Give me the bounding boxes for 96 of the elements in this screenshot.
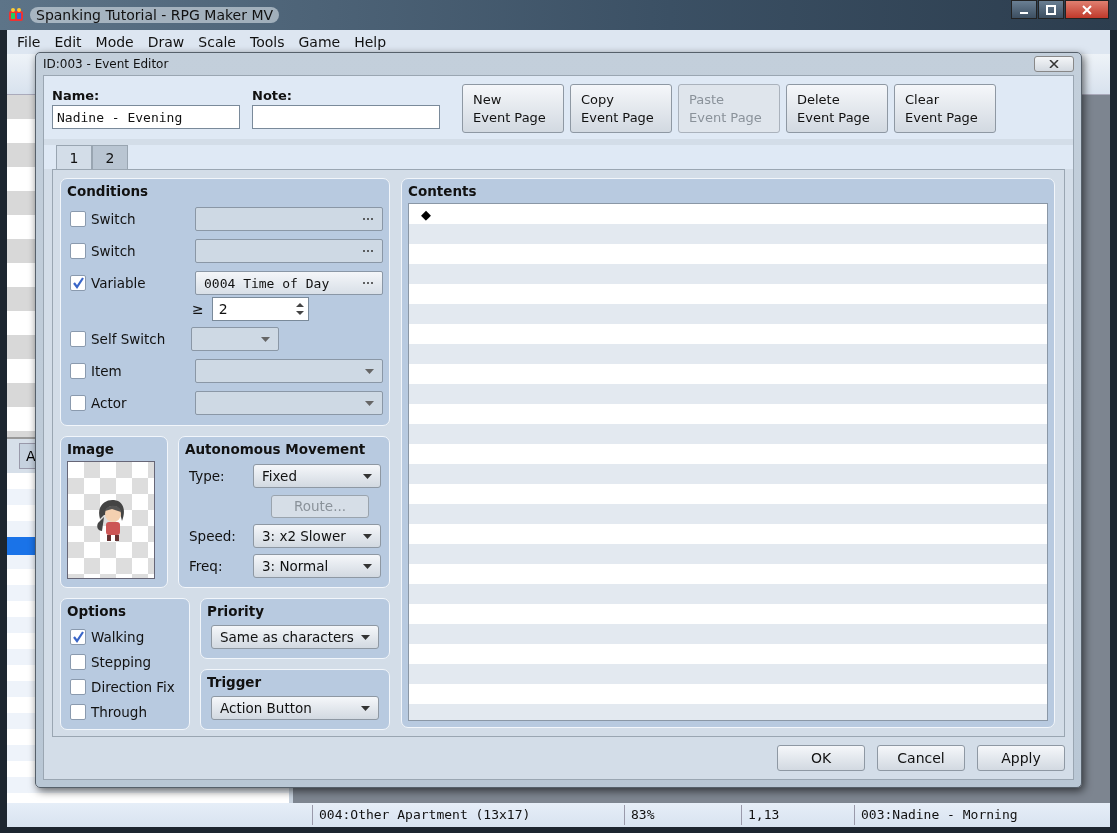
priority-dropdown[interactable]: Same as characters [211, 625, 379, 649]
menu-item[interactable]: Edit [54, 34, 82, 50]
page-button[interactable]: Copy Event Page [570, 84, 672, 133]
page-button[interactable]: Clear Event Page [894, 84, 996, 133]
checkbox[interactable] [70, 243, 86, 259]
close-button[interactable] [1065, 0, 1109, 19]
page-tab[interactable]: 1 [56, 145, 92, 170]
trigger-dropdown[interactable]: Action Button [211, 696, 379, 720]
dialog-button[interactable]: Apply [977, 745, 1065, 771]
minimize-icon [1020, 11, 1028, 14]
page-button[interactable]: Delete Event Page [786, 84, 888, 133]
variable-picker[interactable]: 0004 Time of Day [195, 271, 383, 295]
field-label: Speed: [189, 528, 237, 544]
dialog-button[interactable]: OK [777, 745, 865, 771]
field-label: Freq: [189, 558, 224, 574]
ellipsis-icon [362, 281, 374, 285]
group-title: Image [67, 441, 116, 457]
menu-item[interactable]: Draw [147, 34, 185, 50]
caret-icon [365, 400, 374, 406]
checkbox-label: Variable [91, 275, 147, 291]
checkbox-label: Walking [91, 628, 145, 645]
check-icon [71, 629, 85, 644]
menu-item[interactable]: Scale [198, 34, 236, 50]
caret-icon [361, 705, 370, 711]
checkbox[interactable] [70, 275, 86, 291]
status-text: 83% [624, 805, 741, 825]
status-text: 003:Nadine - Morning [854, 805, 1110, 825]
ellipsis-icon [362, 249, 374, 253]
group-title: Autonomous Movement [185, 441, 367, 457]
checkbox[interactable] [70, 395, 86, 411]
caret-icon [363, 533, 372, 539]
page-button[interactable]: New Event Page [462, 84, 564, 133]
variable-picker[interactable] [195, 239, 383, 263]
checkbox-label: Switch [91, 211, 137, 227]
checkbox-label: Direction Fix [91, 678, 175, 695]
dropdown[interactable] [191, 327, 279, 351]
page-tab[interactable]: 2 [92, 145, 128, 169]
group-title: Trigger [207, 674, 263, 690]
checkbox-label: Item [91, 363, 123, 379]
spinner-arrows-icon [295, 302, 304, 316]
checkbox-label: Through [91, 703, 147, 720]
checkbox[interactable] [70, 653, 86, 670]
field-label: Name: [52, 88, 101, 103]
menu-item[interactable]: Tools [249, 34, 285, 50]
field-label: Note: [252, 88, 294, 103]
close-button[interactable] [1034, 56, 1074, 72]
checkbox[interactable] [70, 363, 86, 379]
dropdown[interactable] [195, 391, 383, 415]
frequency-dropdown[interactable]: 3: Normal [253, 554, 381, 578]
variable-picker[interactable] [195, 207, 383, 231]
menu-item[interactable]: Mode [95, 34, 134, 50]
compare-operator: ≥ [192, 301, 204, 317]
checkbox-label: Self Switch [91, 331, 167, 347]
caret-icon [361, 634, 370, 640]
ellipsis-icon [362, 217, 374, 221]
image-preview[interactable] [67, 461, 155, 579]
note-field[interactable] [252, 105, 440, 129]
group-title: Contents [408, 183, 478, 199]
dialog-button[interactable]: Cancel [877, 745, 965, 771]
minimize-button[interactable] [1011, 0, 1037, 19]
dialog-title: ID:003 - Event Editor [43, 57, 169, 71]
group-title: Options [67, 603, 128, 619]
maximize-icon [1046, 4, 1056, 15]
caret-icon [365, 368, 374, 374]
menu-item[interactable]: Game [298, 34, 341, 50]
checkbox-label: Stepping [91, 653, 152, 670]
checkbox[interactable] [70, 331, 86, 347]
checkbox[interactable] [70, 678, 86, 695]
window-title: Spanking Tutorial - RPG Maker MV [30, 7, 280, 23]
menu-item[interactable]: File [17, 34, 41, 50]
close-icon [1049, 60, 1059, 68]
field-label: Type: [189, 468, 226, 484]
type-dropdown[interactable]: Fixed [253, 464, 381, 488]
number-spinner[interactable]: 2 [211, 297, 309, 321]
menu-item[interactable]: Help [354, 34, 387, 50]
name-field[interactable]: Nadine - Evening [52, 105, 240, 129]
checkbox[interactable] [70, 703, 86, 720]
group-title: Conditions [67, 183, 150, 199]
close-icon [1082, 4, 1092, 15]
checkbox[interactable] [70, 628, 86, 645]
command-list[interactable]: ◆ [408, 203, 1048, 721]
group-title: Priority [207, 603, 265, 619]
speed-dropdown[interactable]: 3: x2 Slower [253, 524, 381, 548]
dropdown[interactable] [195, 359, 383, 383]
caret-icon [363, 563, 372, 569]
maximize-button[interactable] [1038, 0, 1064, 19]
status-text: 004:Other Apartment (13x17) [312, 805, 624, 825]
caret-icon [363, 473, 372, 479]
checkbox-label: Switch [91, 243, 137, 259]
status-text: 1,13 [741, 805, 854, 825]
checkbox[interactable] [70, 211, 86, 227]
check-icon [71, 276, 85, 290]
checkbox-label: Actor [91, 395, 128, 411]
app-icon [8, 7, 24, 23]
command-line[interactable]: ◆ [421, 206, 431, 222]
caret-icon [261, 336, 270, 342]
